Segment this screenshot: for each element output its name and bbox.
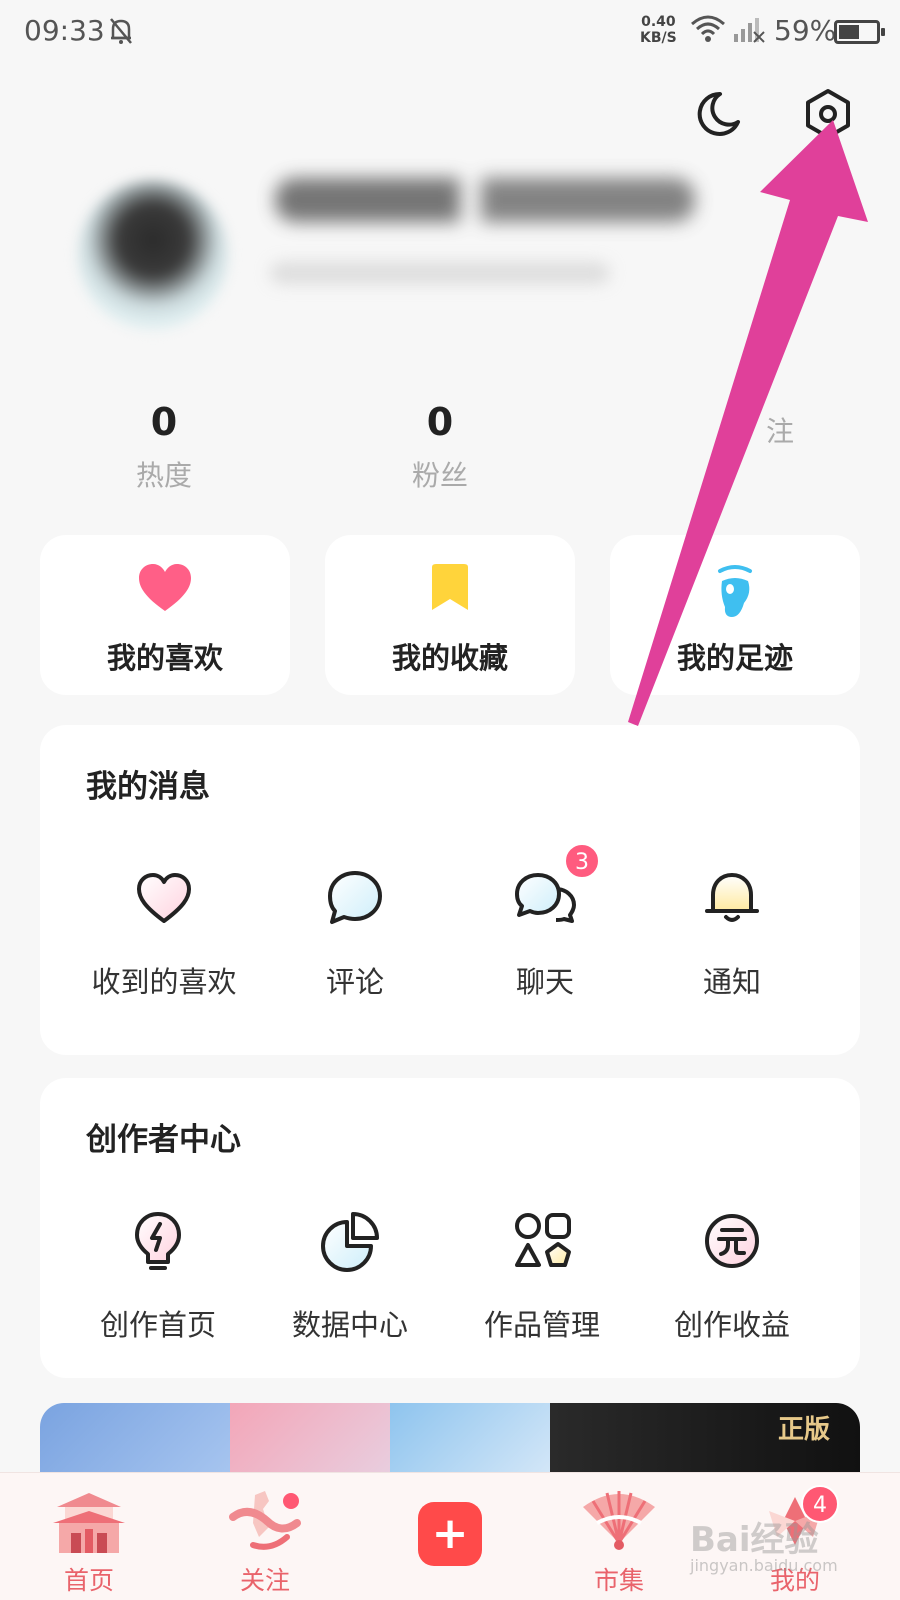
banner-segment bbox=[40, 1403, 230, 1483]
tab-home[interactable]: 首页 bbox=[14, 1473, 164, 1600]
banner-segment bbox=[230, 1403, 390, 1483]
tab-follow-label: 关注 bbox=[239, 1566, 290, 1595]
creator-title: 创作者中心 bbox=[86, 1122, 241, 1158]
pie-chart-icon bbox=[321, 1212, 379, 1272]
shapes-icon bbox=[515, 1213, 571, 1267]
received-likes-item[interactable]: 收到的喜欢 bbox=[64, 865, 264, 1001]
battery-percent: 59% bbox=[774, 14, 837, 47]
messages-title: 我的消息 bbox=[86, 769, 210, 805]
create-post-button[interactable]: + bbox=[418, 1502, 482, 1566]
works-management-item[interactable]: 作品管理 bbox=[442, 1208, 642, 1344]
net-speed-unit: KB/S bbox=[640, 30, 677, 46]
data-center-item[interactable]: 数据中心 bbox=[250, 1208, 450, 1344]
net-speed-value: 0.40 bbox=[641, 14, 676, 30]
data-center-label: 数据中心 bbox=[291, 1308, 408, 1342]
comments-item[interactable]: 评论 bbox=[255, 865, 455, 1001]
chat-badge: 3 bbox=[564, 843, 600, 879]
wifi-icon bbox=[691, 15, 725, 42]
username-blurred bbox=[275, 178, 695, 222]
watermark-url: jingyan.baidu.com bbox=[690, 1556, 838, 1575]
tab-market[interactable]: 市集 bbox=[544, 1473, 694, 1600]
tab-home-label: 首页 bbox=[63, 1566, 114, 1595]
net-speed: 0.40 KB/S bbox=[640, 14, 677, 46]
creator-home-label: 创作首页 bbox=[99, 1308, 216, 1342]
gear-icon[interactable] bbox=[800, 86, 856, 142]
follow-icon bbox=[229, 1491, 301, 1550]
palace-icon bbox=[53, 1493, 125, 1553]
creator-earnings-item[interactable]: 创作收益 bbox=[632, 1208, 832, 1344]
bell-mute-icon bbox=[110, 18, 132, 44]
my-likes-label: 我的喜欢 bbox=[106, 641, 223, 675]
notifications-item[interactable]: 通知 bbox=[632, 865, 832, 1001]
stat-label: 热度 bbox=[135, 459, 192, 492]
status-time: 09:33 bbox=[24, 14, 105, 47]
received-likes-label: 收到的喜欢 bbox=[91, 965, 237, 999]
fan-icon bbox=[583, 1491, 655, 1550]
status-bar: 09:33 0.40 KB/S 59% bbox=[0, 0, 900, 64]
my-likes-card[interactable]: 我的喜欢 bbox=[40, 535, 290, 695]
stat-heat[interactable]: 0 热度 bbox=[64, 400, 264, 494]
my-footprint-card[interactable]: 我的足迹 bbox=[610, 535, 860, 695]
my-favorites-label: 我的收藏 bbox=[391, 641, 508, 675]
bookmark-icon bbox=[432, 564, 468, 610]
my-footprint-label: 我的足迹 bbox=[676, 641, 793, 675]
promo-banner[interactable]: 正版 bbox=[40, 1403, 860, 1483]
comments-label: 评论 bbox=[325, 965, 384, 999]
heart-icon bbox=[139, 564, 191, 611]
bell-icon bbox=[705, 873, 759, 922]
battery-icon bbox=[834, 20, 885, 44]
user-subtitle-blurred bbox=[270, 262, 610, 284]
moon-icon[interactable] bbox=[690, 86, 746, 142]
banner-segment bbox=[390, 1403, 550, 1483]
tab-follow[interactable]: 关注 bbox=[190, 1473, 340, 1600]
stat-label: 粉丝 bbox=[411, 459, 468, 492]
stat-following[interactable]: 注 bbox=[640, 400, 840, 450]
creator-home-item[interactable]: 创作首页 bbox=[58, 1208, 258, 1344]
creator-earnings-label: 创作收益 bbox=[673, 1308, 790, 1342]
notifications-label: 通知 bbox=[702, 965, 761, 999]
battery-fill bbox=[839, 25, 859, 39]
stat-value: 0 bbox=[150, 400, 178, 444]
comment-icon bbox=[328, 871, 382, 924]
chat-label: 聊天 bbox=[515, 965, 574, 999]
bulb-icon bbox=[135, 1212, 181, 1270]
messages-section: 我的消息 收到的喜欢 评论 3 聊天 通知 bbox=[40, 725, 860, 1055]
watermark: Bai经验 bbox=[690, 1520, 819, 1560]
yuan-icon bbox=[705, 1214, 759, 1268]
chat-item[interactable]: 3 聊天 bbox=[445, 843, 645, 1001]
avatar[interactable] bbox=[78, 180, 228, 330]
creator-section: 创作者中心 创作首页 数据中心 作品管理 创作收益 bbox=[40, 1078, 860, 1378]
heart-outline-icon bbox=[137, 873, 191, 923]
stat-value: 0 bbox=[426, 400, 454, 444]
banner-text: 正版 bbox=[777, 1415, 830, 1445]
signal-icon bbox=[734, 18, 765, 43]
footprint-icon bbox=[718, 565, 752, 617]
works-management-label: 作品管理 bbox=[483, 1308, 600, 1342]
my-favorites-card[interactable]: 我的收藏 bbox=[325, 535, 575, 695]
stat-label: 注 bbox=[765, 415, 794, 448]
stat-fans[interactable]: 0 粉丝 bbox=[340, 400, 540, 494]
tab-market-label: 市集 bbox=[593, 1566, 644, 1595]
chat-icon bbox=[515, 873, 576, 923]
